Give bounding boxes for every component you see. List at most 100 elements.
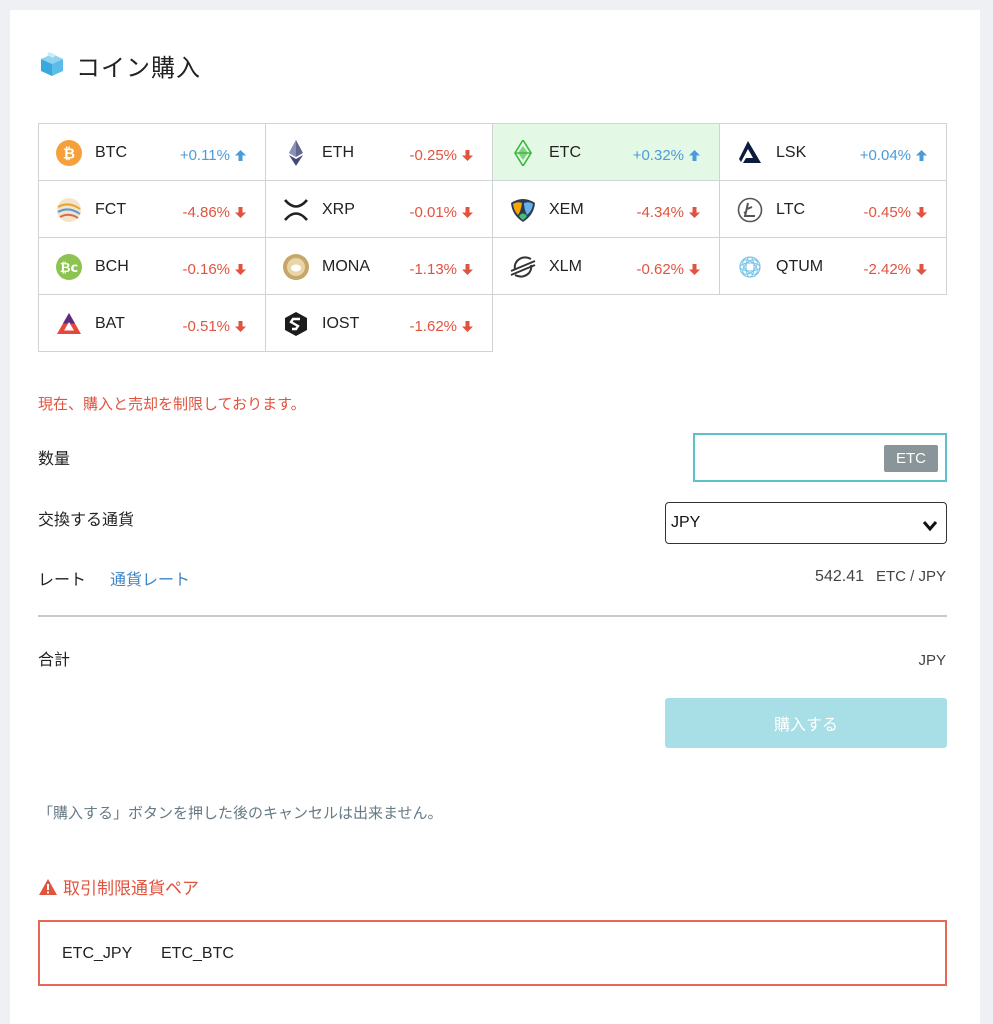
ethereum-classic-icon (510, 138, 536, 168)
exchange-currency-value: JPY (671, 514, 701, 531)
arrow-down-icon (462, 264, 473, 275)
coin-change: -1.13% (409, 261, 474, 278)
monacoin-icon (283, 254, 309, 280)
qtum-icon (737, 254, 763, 280)
coin-cell-bat[interactable]: BAT -0.51% (38, 294, 266, 352)
coin-change: -0.51% (182, 318, 247, 335)
coin-cell-iost[interactable]: IOST -1.62% (265, 294, 493, 352)
restricted-pairs-heading: 取引制限通貨ペア (38, 874, 199, 899)
rate-unit: ETC / JPY (875, 568, 946, 585)
rate-value: 542.41 ETC / JPY (815, 568, 946, 586)
arrow-down-icon (689, 264, 700, 275)
coin-change: -0.25% (409, 147, 474, 164)
arrow-down-icon (916, 207, 927, 218)
factom-icon (56, 197, 82, 223)
restricted-pair: ETC_BTC (161, 945, 234, 962)
coin-symbol: BTC (95, 144, 127, 161)
restricted-pairs-box: ETC_JPY ETC_BTC (38, 920, 947, 986)
coin-symbol: XLM (549, 258, 582, 275)
bitcoin-icon: ₿ (56, 140, 82, 166)
ethereum-icon (283, 140, 309, 166)
arrow-down-icon (689, 207, 700, 218)
rate-number: 542.41 (815, 568, 864, 585)
arrow-down-icon (235, 264, 246, 275)
arrow-down-icon (462, 207, 473, 218)
coin-change: -0.45% (863, 204, 928, 221)
svg-text:₿c: ₿c (60, 261, 78, 276)
divider (38, 615, 947, 617)
arrow-down-icon (462, 150, 473, 161)
coin-symbol: MONA (322, 258, 370, 275)
page-title-text: コイン購入 (76, 54, 201, 82)
total-label: 合計 (38, 650, 71, 669)
nem-icon (510, 197, 536, 223)
coin-cell-eth[interactable]: ETH -0.25% (265, 123, 493, 181)
coin-change: -2.42% (863, 261, 928, 278)
currency-rate-link[interactable]: 通貨レート (110, 566, 190, 590)
coin-symbol: ETC (549, 144, 581, 161)
buy-button[interactable]: 購入する (665, 698, 947, 748)
cancel-note: 「購入する」ボタンを押した後のキャンセルは出来ません。 (38, 804, 443, 822)
quantity-unit-badge: ETC (884, 445, 938, 472)
lisk-icon (737, 140, 763, 166)
coin-symbol: QTUM (776, 258, 824, 275)
bitcoin-cash-icon: ₿c (56, 254, 82, 280)
purchase-panel: コイン購入 ₿ BTC +0.11% ETH -0.25% ETC +0.32%… (10, 10, 980, 1024)
coin-change: +0.11% (180, 147, 247, 164)
coin-symbol: BCH (95, 258, 129, 275)
coin-symbol: IOST (322, 315, 360, 332)
coin-symbol: XEM (549, 201, 584, 218)
ripple-icon (283, 197, 309, 223)
coin-cell-fct[interactable]: FCT -4.86% (38, 180, 266, 238)
total-unit: JPY (918, 652, 946, 669)
coin-change: -4.86% (182, 204, 247, 221)
rate-label: レート (38, 570, 87, 589)
coin-cell-qtum[interactable]: QTUM -2.42% (719, 237, 947, 295)
warning-icon (39, 878, 57, 895)
arrow-down-icon (916, 264, 927, 275)
coin-symbol: LSK (776, 144, 807, 161)
quantity-label: 数量 (38, 449, 71, 468)
coin-symbol: FCT (95, 201, 127, 218)
coin-symbol: ETH (322, 144, 354, 161)
coin-cell-bch[interactable]: ₿c BCH -0.16% (38, 237, 266, 295)
arrow-down-icon (462, 321, 473, 332)
coin-grid: ₿ BTC +0.11% ETH -0.25% ETC +0.32% LSK +… (38, 123, 947, 352)
restriction-notice: 現在、購入と売却を制限しております。 (38, 395, 306, 413)
coin-cell-btc[interactable]: ₿ BTC +0.11% (38, 123, 266, 181)
coin-cell-xlm[interactable]: XLM -0.62% (492, 237, 720, 295)
cube-icon (38, 50, 66, 82)
coin-change: -0.16% (182, 261, 247, 278)
coin-change: -0.62% (636, 261, 701, 278)
coin-cell-etc[interactable]: ETC +0.32% (492, 123, 720, 181)
iost-icon (283, 311, 309, 337)
exchange-currency-label: 交換する通貨 (38, 510, 135, 529)
arrow-up-icon (916, 150, 927, 161)
bat-icon (56, 311, 82, 337)
litecoin-icon (737, 197, 763, 223)
coin-change: -0.01% (409, 204, 474, 221)
chevron-down-icon (922, 517, 938, 536)
coin-symbol: XRP (322, 201, 355, 218)
coin-cell-mona[interactable]: MONA -1.13% (265, 237, 493, 295)
arrow-up-icon (689, 150, 700, 161)
arrow-up-icon (235, 150, 246, 161)
arrow-down-icon (235, 207, 246, 218)
quantity-input[interactable]: ETC (693, 433, 947, 482)
coin-change: -4.34% (636, 204, 701, 221)
coin-cell-xrp[interactable]: XRP -0.01% (265, 180, 493, 238)
coin-change: -1.62% (409, 318, 474, 335)
stellar-icon (510, 254, 536, 280)
exchange-currency-select[interactable]: JPY (665, 502, 947, 544)
arrow-down-icon (235, 321, 246, 332)
coin-change: +0.04% (860, 147, 928, 164)
coin-cell-ltc[interactable]: LTC -0.45% (719, 180, 947, 238)
coin-change: +0.32% (633, 147, 701, 164)
restricted-pairs-title: 取引制限通貨ペア (63, 879, 199, 899)
coin-cell-lsk[interactable]: LSK +0.04% (719, 123, 947, 181)
svg-text:₿: ₿ (63, 145, 75, 163)
coin-symbol: LTC (776, 201, 806, 218)
restricted-pair: ETC_JPY (62, 945, 133, 962)
coin-symbol: BAT (95, 315, 125, 332)
coin-cell-xem[interactable]: XEM -4.34% (492, 180, 720, 238)
